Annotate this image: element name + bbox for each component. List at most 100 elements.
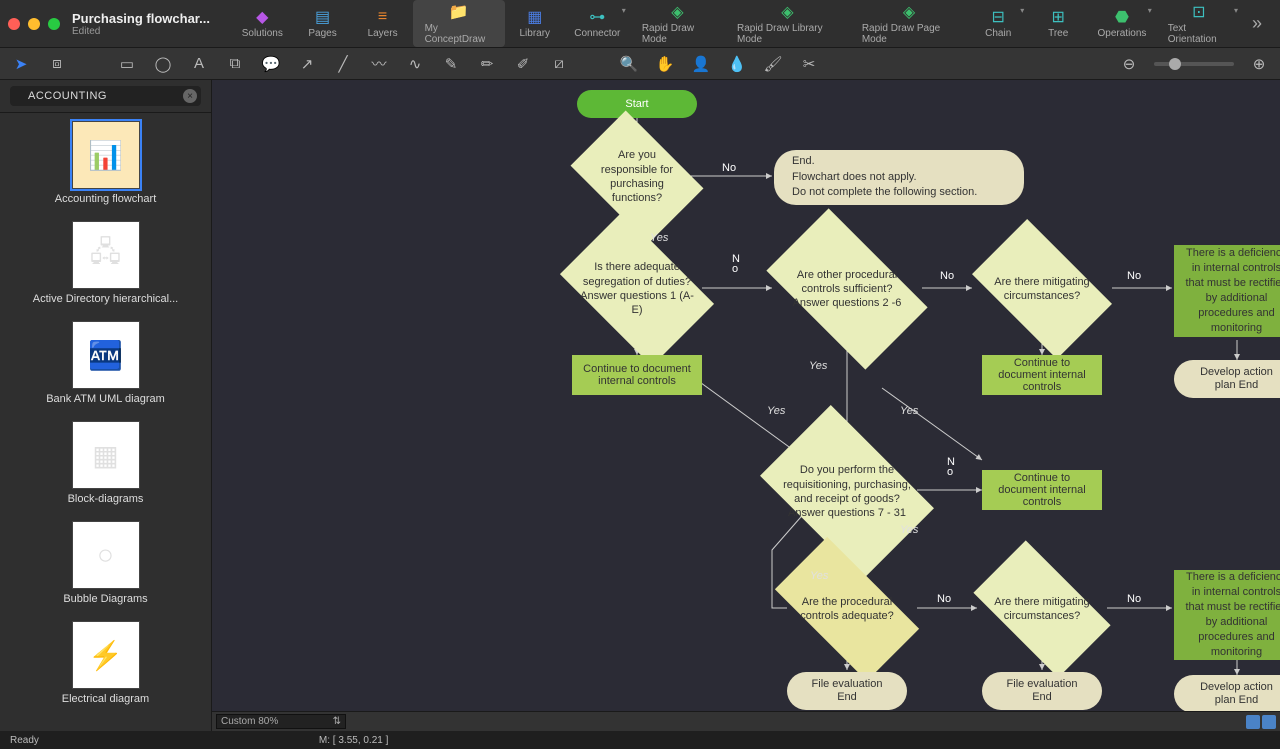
decision-responsible-text: Are you responsible for purchasing funct… bbox=[582, 140, 692, 213]
toolbar-label: Rapid Draw Mode bbox=[642, 23, 713, 45]
toolbar-label: Operations bbox=[1098, 28, 1147, 39]
library-item-label: Bubble Diagrams bbox=[6, 593, 206, 605]
pen-tool[interactable]: ✎ bbox=[440, 53, 462, 75]
library-item-label: Electrical diagram bbox=[6, 693, 206, 705]
process-continue-2[interactable]: Continue to document internal controls bbox=[982, 355, 1102, 395]
toolbar-layers[interactable]: ≡Layers bbox=[353, 0, 413, 47]
zoom-tool[interactable]: 🔍 bbox=[618, 53, 640, 75]
toolbar-rapid-draw-library-mode[interactable]: ◈Rapid Draw Library Mode bbox=[725, 0, 850, 47]
decision-mitigating-1[interactable]: Are there mitigating circumstances? bbox=[982, 250, 1102, 328]
library-item[interactable]: 🖧Active Directory hierarchical... bbox=[4, 221, 207, 305]
library-thumbnail: ○ bbox=[72, 521, 140, 589]
process-continue-3[interactable]: Continue to document internal controls bbox=[982, 470, 1102, 510]
decision-segregation[interactable]: Is there adequate segregation of duties?… bbox=[572, 245, 702, 333]
library-item-label: Block-diagrams bbox=[6, 493, 206, 505]
crop-select-tool[interactable]: ⧈ bbox=[46, 53, 68, 75]
decision-procedural-sufficient[interactable]: Are other procedural controls sufficient… bbox=[777, 245, 917, 333]
zoom-dropdown[interactable]: Custom 80% ⇅ bbox=[216, 714, 346, 729]
panel-toggle-1-button[interactable] bbox=[1246, 715, 1260, 729]
toolbar-operations[interactable]: ⬣Operations▾ bbox=[1088, 0, 1156, 47]
zoom-in-button[interactable]: ⊕ bbox=[1248, 53, 1270, 75]
curve-tool[interactable]: 〰 bbox=[368, 53, 390, 75]
eyedropper-tool[interactable]: 💧 bbox=[726, 53, 748, 75]
toolbar-icon: ⊶ bbox=[588, 8, 606, 26]
toolbar-rapid-draw-mode[interactable]: ◈Rapid Draw Mode bbox=[630, 0, 725, 47]
toolbar-library[interactable]: ▦Library bbox=[505, 0, 565, 47]
zoom-slider[interactable] bbox=[1154, 62, 1234, 66]
main-area: × 📊 Accounting flowchart 🖧Active Directory… bbox=[0, 80, 1280, 731]
rect-tool[interactable]: ▭ bbox=[116, 53, 138, 75]
canvas[interactable]: Start Are you responsible for purchasing… bbox=[212, 80, 1280, 731]
convert-tool[interactable]: ⧄ bbox=[548, 53, 570, 75]
pen3-tool[interactable]: ✐ bbox=[512, 53, 534, 75]
toolbar-label: Text Orientation bbox=[1168, 23, 1230, 45]
pen2-tool[interactable]: ✏ bbox=[476, 53, 498, 75]
line-tool[interactable]: ╱ bbox=[332, 53, 354, 75]
decision-responsible[interactable]: Are you responsible for purchasing funct… bbox=[582, 138, 692, 216]
maximize-window-button[interactable] bbox=[48, 18, 60, 30]
toolbar-chain[interactable]: ⊟Chain▾ bbox=[968, 0, 1028, 47]
brush-tool[interactable]: 🖌 bbox=[762, 53, 784, 75]
toolbar-my-conceptdraw[interactable]: 📁My ConceptDraw bbox=[413, 0, 505, 47]
start-terminator[interactable]: Start bbox=[577, 90, 697, 118]
scribble-tool[interactable]: ∿ bbox=[404, 53, 426, 75]
arrow-tool[interactable]: ↗ bbox=[296, 53, 318, 75]
library-item[interactable]: 📊 Accounting flowchart bbox=[4, 121, 207, 205]
library-item-label: Accounting flowchart bbox=[6, 193, 206, 205]
toolbar-overflow-button[interactable]: » bbox=[1242, 13, 1272, 34]
crop-tool[interactable]: ✂ bbox=[798, 53, 820, 75]
decision-requisition[interactable]: Do you perform the requisitioning, purch… bbox=[774, 442, 920, 542]
toolbar-tree[interactable]: ⊞Tree bbox=[1028, 0, 1088, 47]
status-measure: M: [ 3.55, 0.21 ] bbox=[319, 735, 388, 746]
library-thumbnail: 📊 bbox=[72, 121, 140, 189]
library-thumbnail: ⚡ bbox=[72, 621, 140, 689]
window-controls bbox=[8, 18, 60, 30]
person-tool[interactable]: 👤 bbox=[690, 53, 712, 75]
terminator-develop-2-text: Develop action plan End bbox=[1194, 681, 1279, 707]
terminator-file-1-text: File evaluation End bbox=[807, 678, 887, 704]
hand-tool[interactable]: ✋ bbox=[654, 53, 676, 75]
library-item[interactable]: 🏧Bank ATM UML diagram bbox=[4, 321, 207, 405]
pointer-tool[interactable]: ➤ bbox=[10, 53, 32, 75]
decision-mitigating-2[interactable]: Are there mitigating circumstances? bbox=[982, 572, 1102, 646]
end-terminator-apply[interactable]: End. Flowchart does not apply. Do not co… bbox=[774, 150, 1024, 205]
edge-no-5: N o bbox=[947, 458, 955, 478]
toolbar-icon: ◈ bbox=[900, 3, 918, 21]
toolbar-text-orientation[interactable]: ⊡Text Orientation▾ bbox=[1156, 0, 1242, 47]
zoom-value: Custom 80% bbox=[221, 716, 278, 727]
close-window-button[interactable] bbox=[8, 18, 20, 30]
library-item[interactable]: ▦Block-diagrams bbox=[4, 421, 207, 505]
terminator-file-1[interactable]: File evaluation End bbox=[787, 672, 907, 710]
canvas-viewport[interactable]: Start Are you responsible for purchasing… bbox=[212, 80, 1280, 731]
library-item[interactable]: ○ Bubble Diagrams bbox=[4, 521, 207, 605]
edge-no-3: No bbox=[940, 270, 954, 282]
ellipse-tool[interactable]: ◯ bbox=[152, 53, 174, 75]
start-label: Start bbox=[625, 98, 648, 110]
library-search-input[interactable] bbox=[10, 86, 201, 106]
toolbar-icon: ◈ bbox=[778, 3, 796, 21]
textbox-tool[interactable]: ⧉ bbox=[224, 53, 246, 75]
toolbar-solutions[interactable]: ◆Solutions bbox=[232, 0, 293, 47]
zoom-out-button[interactable]: ⊖ bbox=[1118, 53, 1140, 75]
callout-tool[interactable]: 💬 bbox=[260, 53, 282, 75]
terminator-develop-2[interactable]: Develop action plan End bbox=[1174, 675, 1280, 713]
terminator-develop-1[interactable]: Develop action plan End bbox=[1174, 360, 1280, 398]
toolbar-label: Rapid Draw Page Mode bbox=[862, 23, 956, 45]
toolbar-icon: ⊟ bbox=[989, 8, 1007, 26]
minimize-window-button[interactable] bbox=[28, 18, 40, 30]
decision-controls-adequate[interactable]: Are the procedural controls adequate? bbox=[782, 572, 912, 646]
process-continue-1[interactable]: Continue to document internal controls bbox=[572, 355, 702, 395]
toolbar-pages[interactable]: ▤Pages bbox=[293, 0, 353, 47]
terminator-file-2[interactable]: File evaluation End bbox=[982, 672, 1102, 710]
process-deficiency-2[interactable]: There is a deficiency in internal contro… bbox=[1174, 570, 1280, 660]
terminator-develop-1-text: Develop action plan End bbox=[1194, 366, 1279, 392]
text-tool[interactable]: A bbox=[188, 53, 210, 75]
panel-toggle-2-button[interactable] bbox=[1262, 715, 1276, 729]
toolbar-rapid-draw-page-mode[interactable]: ◈ Rapid Draw Page Mode bbox=[850, 0, 968, 47]
library-item[interactable]: ⚡ Electrical diagram bbox=[4, 621, 207, 705]
tool-strip: ➤ ⧈ ▭ ◯ A ⧉ 💬 ↗ ╱ 〰 ∿ ✎ ✏ ✐ ⧄ 🔍 ✋ 👤 💧 🖌 … bbox=[0, 48, 1280, 80]
toolbar-connector[interactable]: ⊶Connector▾ bbox=[565, 0, 630, 47]
process-deficiency-1[interactable]: There is a deficiency in internal contro… bbox=[1174, 245, 1280, 337]
search-clear-button[interactable]: × bbox=[183, 89, 197, 103]
toolbar-label: My ConceptDraw bbox=[425, 23, 493, 45]
